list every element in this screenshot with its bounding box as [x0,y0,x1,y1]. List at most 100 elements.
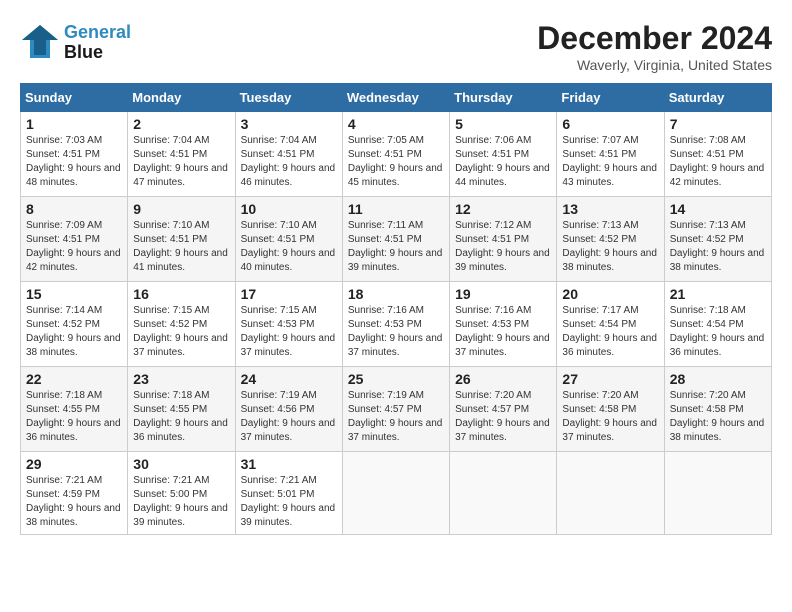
day-info: Sunrise: 7:13 AMSunset: 4:52 PMDaylight:… [562,219,658,275]
day-info: Sunrise: 7:21 AMSunset: 5:01 PMDaylight:… [241,474,337,530]
calendar-cell [450,452,557,535]
day-number: 19 [455,286,551,302]
calendar-week-row: 8 Sunrise: 7:09 AMSunset: 4:51 PMDaylight… [21,197,772,282]
day-number: 16 [133,286,229,302]
day-number: 13 [562,201,658,217]
calendar-header-thursday: Thursday [450,84,557,112]
calendar-cell: 20 Sunrise: 7:17 AMSunset: 4:54 PMDayligh… [557,282,664,367]
calendar-cell: 6 Sunrise: 7:07 AMSunset: 4:51 PMDaylight… [557,112,664,197]
day-number: 17 [241,286,337,302]
calendar-cell: 18 Sunrise: 7:16 AMSunset: 4:53 PMDayligh… [342,282,449,367]
day-info: Sunrise: 7:07 AMSunset: 4:51 PMDaylight:… [562,134,658,190]
day-info: Sunrise: 7:20 AMSunset: 4:58 PMDaylight:… [670,389,766,445]
calendar-table: SundayMondayTuesdayWednesdayThursdayFrid… [20,83,772,535]
day-info: Sunrise: 7:09 AMSunset: 4:51 PMDaylight:… [26,219,122,275]
calendar-cell: 27 Sunrise: 7:20 AMSunset: 4:58 PMDayligh… [557,367,664,452]
day-number: 25 [348,371,444,387]
day-number: 18 [348,286,444,302]
calendar-cell: 30 Sunrise: 7:21 AMSunset: 5:00 PMDayligh… [128,452,235,535]
calendar-cell: 31Sunrise: 7:21 AMSunset: 5:01 PMDayligh… [235,452,342,535]
day-number: 20 [562,286,658,302]
title-area: December 2024 Waverly, Virginia, United … [537,20,772,73]
calendar-cell: 3Sunrise: 7:04 AMSunset: 4:51 PMDaylight… [235,112,342,197]
day-info: Sunrise: 7:10 AMSunset: 4:51 PMDaylight:… [133,219,229,275]
day-number: 8 [26,201,122,217]
day-number: 30 [133,456,229,472]
calendar-cell: 29Sunrise: 7:21 AMSunset: 4:59 PMDayligh… [21,452,128,535]
day-info: Sunrise: 7:19 AMSunset: 4:57 PMDaylight:… [348,389,444,445]
calendar-header-wednesday: Wednesday [342,84,449,112]
day-info: Sunrise: 7:20 AMSunset: 4:57 PMDaylight:… [455,389,551,445]
calendar-cell: 17 Sunrise: 7:15 AMSunset: 4:53 PMDayligh… [235,282,342,367]
day-info: Sunrise: 7:18 AMSunset: 4:55 PMDaylight:… [133,389,229,445]
day-info: Sunrise: 7:05 AMSunset: 4:51 PMDaylight:… [348,134,444,190]
day-info: Sunrise: 7:17 AMSunset: 4:54 PMDaylight:… [562,304,658,360]
calendar-cell: 15 Sunrise: 7:14 AMSunset: 4:52 PMDayligh… [21,282,128,367]
logo-icon [20,20,60,60]
day-info: Sunrise: 7:20 AMSunset: 4:58 PMDaylight:… [562,389,658,445]
calendar-header-tuesday: Tuesday [235,84,342,112]
calendar-header-friday: Friday [557,84,664,112]
calendar-cell: 7 Sunrise: 7:08 AMSunset: 4:51 PMDaylight… [664,112,771,197]
calendar-week-row: 29Sunrise: 7:21 AMSunset: 4:59 PMDayligh… [21,452,772,535]
calendar-header-sunday: Sunday [21,84,128,112]
calendar-header-saturday: Saturday [664,84,771,112]
calendar-cell [342,452,449,535]
day-info: Sunrise: 7:14 AMSunset: 4:52 PMDaylight:… [26,304,122,360]
day-number: 23 [133,371,229,387]
day-number: 7 [670,116,766,132]
day-number: 9 [133,201,229,217]
day-info: Sunrise: 7:08 AMSunset: 4:51 PMDaylight:… [670,134,766,190]
day-info: Sunrise: 7:03 AMSunset: 4:51 PMDaylight:… [26,134,122,190]
day-info: Sunrise: 7:06 AMSunset: 4:51 PMDaylight:… [455,134,551,190]
logo: GeneralBlue [20,20,131,65]
calendar-cell: 11Sunrise: 7:11 AMSunset: 4:51 PMDayligh… [342,197,449,282]
day-info: Sunrise: 7:16 AMSunset: 4:53 PMDaylight:… [348,304,444,360]
calendar-cell: 13 Sunrise: 7:13 AMSunset: 4:52 PMDayligh… [557,197,664,282]
calendar-cell: 10 Sunrise: 7:10 AMSunset: 4:51 PMDayligh… [235,197,342,282]
day-number: 28 [670,371,766,387]
day-number: 6 [562,116,658,132]
calendar-cell: 25 Sunrise: 7:19 AMSunset: 4:57 PMDayligh… [342,367,449,452]
day-number: 2 [133,116,229,132]
day-info: Sunrise: 7:21 AMSunset: 4:59 PMDaylight:… [26,474,122,530]
day-number: 4 [348,116,444,132]
calendar-cell: 16 Sunrise: 7:15 AMSunset: 4:52 PMDayligh… [128,282,235,367]
day-number: 11 [348,201,444,217]
day-number: 1 [26,116,122,132]
calendar-cell: 12 Sunrise: 7:12 AMSunset: 4:51 PMDayligh… [450,197,557,282]
day-info: Sunrise: 7:12 AMSunset: 4:51 PMDaylight:… [455,219,551,275]
calendar-cell: 24 Sunrise: 7:19 AMSunset: 4:56 PMDayligh… [235,367,342,452]
calendar-week-row: 22Sunrise: 7:18 AMSunset: 4:55 PMDayligh… [21,367,772,452]
day-info: Sunrise: 7:10 AMSunset: 4:51 PMDaylight:… [241,219,337,275]
calendar-header-monday: Monday [128,84,235,112]
day-number: 10 [241,201,337,217]
day-number: 26 [455,371,551,387]
day-number: 5 [455,116,551,132]
day-info: Sunrise: 7:04 AMSunset: 4:51 PMDaylight:… [133,134,229,190]
calendar-cell: 5 Sunrise: 7:06 AMSunset: 4:51 PMDaylight… [450,112,557,197]
day-info: Sunrise: 7:15 AMSunset: 4:52 PMDaylight:… [133,304,229,360]
calendar-cell: 8 Sunrise: 7:09 AMSunset: 4:51 PMDaylight… [21,197,128,282]
day-number: 24 [241,371,337,387]
calendar-cell: 9 Sunrise: 7:10 AMSunset: 4:51 PMDaylight… [128,197,235,282]
calendar-cell: 1 Sunrise: 7:03 AMSunset: 4:51 PMDaylight… [21,112,128,197]
calendar-cell: 14Sunrise: 7:13 AMSunset: 4:52 PMDayligh… [664,197,771,282]
day-number: 12 [455,201,551,217]
day-info: Sunrise: 7:15 AMSunset: 4:53 PMDaylight:… [241,304,337,360]
header: GeneralBlue December 2024 Waverly, Virgi… [20,20,772,73]
location-subtitle: Waverly, Virginia, United States [537,57,772,73]
calendar-week-row: 15 Sunrise: 7:14 AMSunset: 4:52 PMDayligh… [21,282,772,367]
day-number: 27 [562,371,658,387]
day-number: 3 [241,116,337,132]
logo-text: GeneralBlue [64,23,131,63]
day-info: Sunrise: 7:21 AMSunset: 5:00 PMDaylight:… [133,474,229,530]
calendar-cell [557,452,664,535]
day-info: Sunrise: 7:19 AMSunset: 4:56 PMDaylight:… [241,389,337,445]
calendar-cell: 4 Sunrise: 7:05 AMSunset: 4:51 PMDaylight… [342,112,449,197]
calendar-cell: 22Sunrise: 7:18 AMSunset: 4:55 PMDayligh… [21,367,128,452]
day-number: 15 [26,286,122,302]
day-number: 21 [670,286,766,302]
day-info: Sunrise: 7:18 AMSunset: 4:55 PMDaylight:… [26,389,122,445]
month-title: December 2024 [537,20,772,57]
